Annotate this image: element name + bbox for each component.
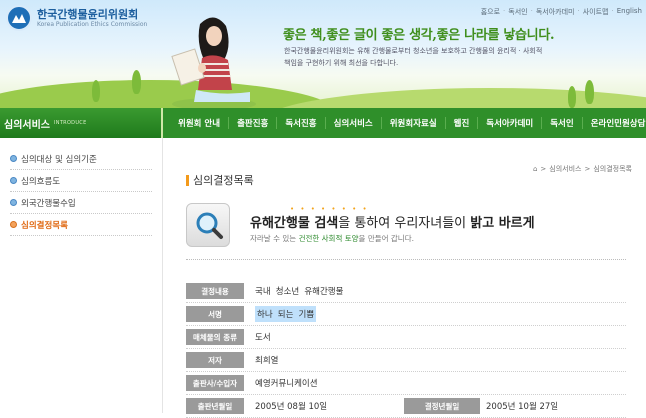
headline-part: 을 통하여 우리자녀들이 xyxy=(338,216,471,231)
org-name-en: Korea Publication Ethics Commission xyxy=(37,20,148,28)
headline-part: 밝고 바르게 xyxy=(470,216,535,231)
book-title-value: 하나 되는 기쁨 xyxy=(255,306,317,322)
field-value: 2005년 08월 10일 xyxy=(255,402,328,412)
field-value: 최희열 xyxy=(255,356,279,366)
field-label: 결정내용 xyxy=(186,283,244,299)
home-icon[interactable]: ⌂ xyxy=(533,165,537,173)
field-label: 저자 xyxy=(186,352,244,368)
decision-record-table: 결정내용 국내 청소년 유해간행물 서명 하나 되는 기쁨 매체물의 종류 도서… xyxy=(186,280,626,418)
sidebar-item-decision-list[interactable]: 심의결정목록 xyxy=(10,214,152,236)
nav-item-webzine[interactable]: 웹진 xyxy=(446,117,479,129)
nav-item-online-counsel[interactable]: 온라인민원상담 xyxy=(583,117,646,129)
nav-item-about[interactable]: 위원회 안내 xyxy=(170,117,230,129)
tree-icon xyxy=(568,86,576,108)
utility-links: 홈으로 · 독서인 · 독서아카데미 · 사이트맵 · English xyxy=(480,7,642,17)
headline-part: 유해간행물 검색 xyxy=(250,216,339,231)
link-reader[interactable]: 독서인 xyxy=(508,7,527,17)
field-value: 국내 청소년 유해간행물 xyxy=(255,287,344,297)
sidebar: 심의대상 및 심의기준 심의흐름도 외국간행물수입 심의결정목록 xyxy=(0,138,163,413)
divider xyxy=(186,259,626,260)
breadcrumb-item[interactable]: 심의서비스 xyxy=(549,164,581,174)
reading-girl-illustration xyxy=(171,17,256,108)
table-row: 저자 최희열 xyxy=(186,349,626,372)
tree-icon xyxy=(132,70,141,94)
tree-icon xyxy=(92,80,100,102)
table-row: 출판사/수입자 예영커뮤니케이션 xyxy=(186,372,626,395)
bullet-icon xyxy=(10,177,17,184)
org-name: 한국간행물윤리위원회 xyxy=(37,7,139,21)
page-title: 심의결정목록 xyxy=(193,174,254,187)
hero-headline: 유해간행물 검색을 통하여 우리자녀들이 밝고 바르게 xyxy=(250,212,535,231)
field-label: 결정년월일 xyxy=(404,398,480,414)
nav-item-academy[interactable]: 독서아카데미 xyxy=(478,117,543,129)
nav-item-publishing[interactable]: 출판진흥 xyxy=(229,117,278,129)
site-logo[interactable]: 한국간행물윤리위원회 Korea Publication Ethics Comm… xyxy=(6,5,147,31)
sidebar-item-label: 심의대상 및 심의기준 xyxy=(21,154,97,165)
header-banner: 한국간행물윤리위원회 Korea Publication Ethics Comm… xyxy=(0,0,646,108)
bullet-icon xyxy=(10,199,17,206)
title-marker xyxy=(186,174,189,186)
hero-subtext: 자라날 수 있는 건전한 사회적 토양을 만들어 갑니다. xyxy=(250,233,414,244)
field-label: 서명 xyxy=(186,306,244,322)
section-subtitle: INTRODUCE xyxy=(54,120,87,126)
sidebar-item-label: 심의흐름도 xyxy=(21,176,61,187)
main-content: ⌂ > 심의서비스 > 심의결정목록 심의결정목록 • • • • • • • … xyxy=(164,138,646,418)
link-english[interactable]: English xyxy=(617,7,642,17)
field-value: 도서 xyxy=(255,333,271,343)
intro-text: 한국간행물윤리위원회는 유해 간행물로부터 청소년을 보호하고 간행물의 윤리적… xyxy=(284,47,543,67)
link-academy[interactable]: 독서아카데미 xyxy=(536,7,575,17)
table-row: 서명 하나 되는 기쁨 xyxy=(186,303,626,326)
breadcrumb-item: 심의결정목록 xyxy=(593,165,632,173)
field-value: 예영커뮤니케이션 xyxy=(255,379,318,389)
commission-emblem-icon xyxy=(6,5,32,31)
table-row: 출판년월일 2005년 08월 10일 결정년월일 2005년 10월 27일 xyxy=(186,395,626,418)
field-label: 출판년월일 xyxy=(186,398,244,414)
field-label: 매체물의 종류 xyxy=(186,329,244,345)
bullet-icon xyxy=(10,221,17,228)
link-sitemap[interactable]: 사이트맵 xyxy=(583,7,609,17)
table-row: 결정내용 국내 청소년 유해간행물 xyxy=(186,280,626,303)
field-value: 2005년 10월 27일 xyxy=(486,402,559,412)
main-nav: 심의서비스 INTRODUCE 위원회 안내 출판진흥 독서진흥 심의서비스 위… xyxy=(0,108,646,138)
subtext-part: 을 만들어 갑니다. xyxy=(358,234,414,243)
sidebar-item-label: 심의결정목록 xyxy=(21,220,68,231)
sidebar-item-review-flow[interactable]: 심의흐름도 xyxy=(10,170,152,192)
link-home[interactable]: 홈으로 xyxy=(481,7,500,17)
section-header: 심의서비스 INTRODUCE xyxy=(0,108,163,138)
nav-item-reader[interactable]: 독서인 xyxy=(542,117,583,129)
sidebar-item-label: 외국간행물수입 xyxy=(21,198,76,209)
section-title: 심의서비스 xyxy=(4,119,50,131)
page-title-block: 심의결정목록 xyxy=(186,172,254,188)
magnifier-icon xyxy=(186,203,230,247)
breadcrumb: ⌂ > 심의서비스 > 심의결정목록 xyxy=(532,164,632,174)
subtext-part: 자라날 수 있는 xyxy=(250,234,299,243)
nav-item-archive[interactable]: 위원회자료실 xyxy=(382,117,446,129)
bullet-icon xyxy=(10,155,17,162)
sidebar-item-foreign-import[interactable]: 외국간행물수입 xyxy=(10,192,152,214)
sidebar-item-review-criteria[interactable]: 심의대상 및 심의기준 xyxy=(10,148,152,170)
slogan: 좋은 책,좋은 글이 좋은 생각,좋은 나라를 낳습니다. xyxy=(283,28,555,43)
subtext-highlight: 건전한 사회적 토양 xyxy=(298,234,359,243)
nav-item-review-service[interactable]: 심의서비스 xyxy=(326,117,382,129)
nav-item-reading[interactable]: 독서진흥 xyxy=(277,117,326,129)
search-hero: • • • • • • • • 유해간행물 검색을 통하여 우리자녀들이 밝고 … xyxy=(186,203,626,261)
tree-icon xyxy=(585,80,594,104)
table-row: 매체물의 종류 도서 xyxy=(186,326,626,349)
field-label: 출판사/수입자 xyxy=(186,375,244,391)
